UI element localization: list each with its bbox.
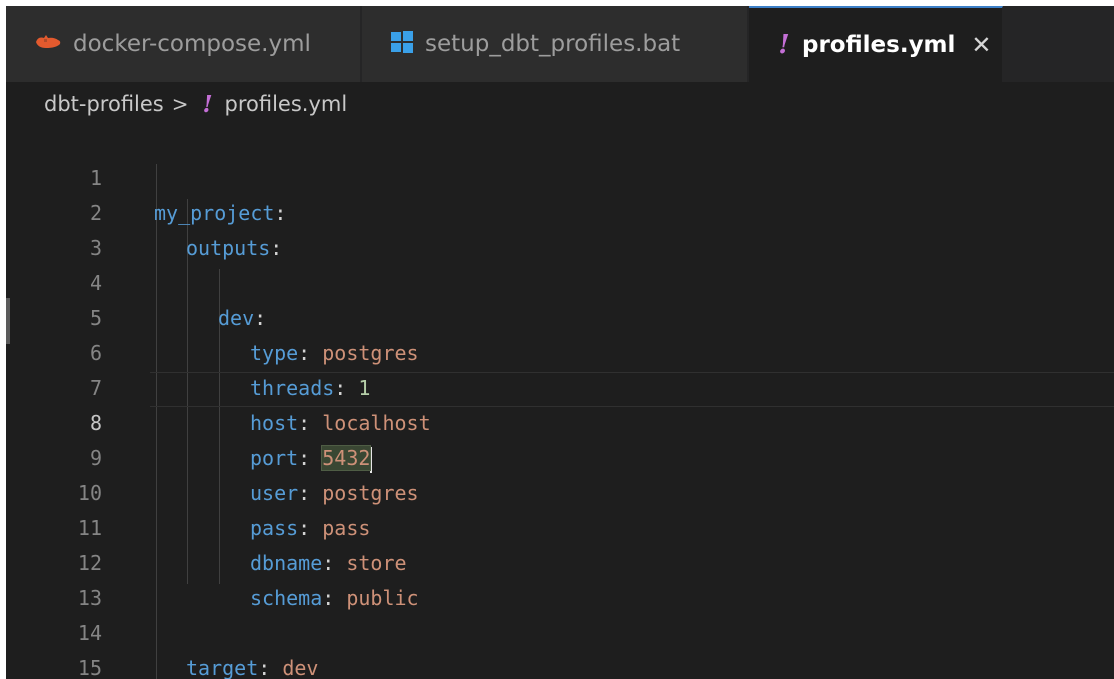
breadcrumb-file[interactable]: profiles.yml	[225, 92, 348, 116]
code-line: 10 pass: pass	[6, 441, 1114, 540]
docker-icon	[34, 32, 62, 56]
windows-icon	[390, 31, 414, 57]
chevron-right-icon: >	[171, 92, 189, 116]
code-line: 13	[6, 546, 1114, 610]
yaml-value: dev	[282, 656, 319, 679]
code-line: 11 dbname: store	[6, 476, 1114, 575]
code-line: 9 user: postgres	[6, 406, 1114, 505]
yaml-bang-icon: !	[778, 30, 790, 60]
code-line: 4 dev:	[6, 231, 1114, 330]
line-number: 15	[77, 656, 102, 679]
code-line: 15	[6, 616, 1114, 679]
code-line: 14 target: dev	[6, 581, 1114, 679]
code-line-current: 8 port: 5432	[6, 371, 1114, 473]
tab-label: setup_dbt_profiles.bat	[425, 31, 681, 57]
yaml-bang-icon: !	[202, 90, 213, 118]
yaml-key: target	[186, 656, 259, 679]
code-line: 1 my_project:	[6, 126, 1114, 225]
close-icon[interactable]: ✕	[971, 31, 991, 59]
tab-bar: docker-compose.yml setup_dbt_profiles.ba…	[6, 6, 1114, 82]
code-line: 7 host: localhost	[6, 336, 1114, 435]
code-editor[interactable]: 1 my_project: 2 outputs: 3 4 dev: 5 type…	[6, 126, 1114, 679]
breadcrumb-folder[interactable]: dbt-profiles	[44, 92, 164, 116]
code-line: 3	[6, 196, 1114, 260]
tab-profiles-yml[interactable]: ! profiles.yml ✕	[749, 6, 1003, 82]
editor-window: docker-compose.yml setup_dbt_profiles.ba…	[6, 6, 1114, 679]
tab-docker-compose[interactable]: docker-compose.yml	[6, 6, 361, 82]
code-line: 2 outputs:	[6, 161, 1114, 260]
yaml-colon: :	[258, 656, 283, 679]
tab-label: profiles.yml	[802, 32, 956, 58]
code-line: 6 threads: 1	[6, 301, 1114, 400]
tab-setup-dbt-profiles[interactable]: setup_dbt_profiles.bat	[362, 6, 748, 82]
code-line: 5 type: postgres	[6, 266, 1114, 365]
tab-label: docker-compose.yml	[73, 31, 311, 57]
breadcrumb: dbt-profiles > ! profiles.yml	[44, 86, 347, 122]
code-line: 12 schema: public	[6, 511, 1114, 610]
